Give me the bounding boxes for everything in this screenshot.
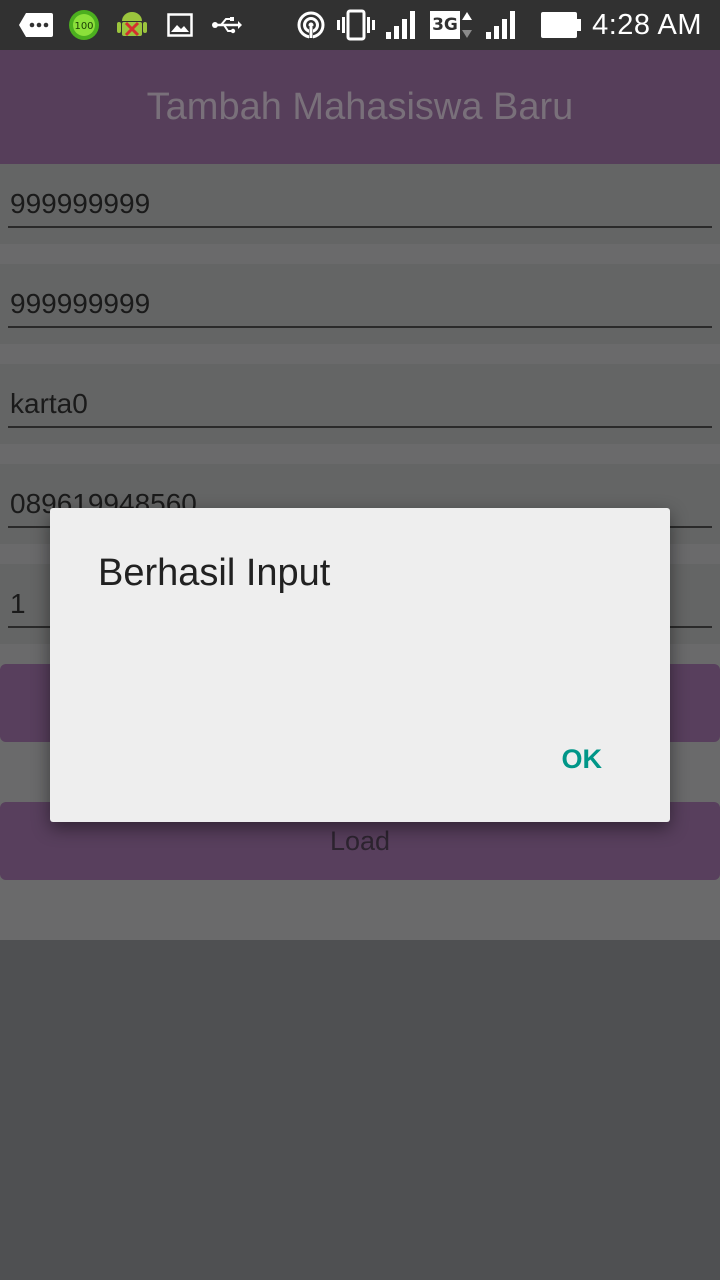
ok-button[interactable]: OK: [544, 742, 621, 777]
field-underline: [8, 426, 712, 428]
app-bar: Tambah Mahasiswa Baru: [0, 50, 720, 164]
field-value: 999999999: [10, 288, 151, 319]
field-underline: [8, 226, 712, 228]
image-icon: [167, 10, 193, 40]
load-button-label: Load: [329, 825, 391, 856]
3g-icon: 3G: [430, 10, 472, 40]
dialog-title: Berhasil Input: [98, 552, 331, 594]
network-type-label: 3G: [430, 11, 460, 39]
message-icon: [18, 10, 54, 40]
battery-badge-text: 100: [74, 21, 93, 32]
battery-icon: [540, 10, 582, 40]
field-value: karta0: [10, 388, 88, 419]
nim-input[interactable]: 999999999: [0, 164, 720, 244]
field-value: 1: [10, 588, 26, 619]
id-input[interactable]: 999999999: [0, 264, 720, 344]
hotspot-icon: [296, 10, 326, 40]
usb-icon: [212, 10, 242, 40]
android-debug-icon: [115, 10, 149, 40]
field-value: 999999999: [10, 188, 151, 219]
signal-icon: [486, 10, 515, 40]
success-dialog: Berhasil Input OK: [50, 508, 670, 822]
vibrate-icon: [337, 9, 375, 41]
status-bar: 100 3G 4:28 AM: [0, 0, 720, 50]
signal-icon: [386, 10, 415, 40]
name-input[interactable]: karta0: [0, 364, 720, 444]
status-time: 4:28 AM: [592, 9, 702, 41]
page-title: Tambah Mahasiswa Baru: [146, 85, 574, 128]
battery-100-icon: 100: [68, 10, 100, 40]
field-underline: [8, 326, 712, 328]
